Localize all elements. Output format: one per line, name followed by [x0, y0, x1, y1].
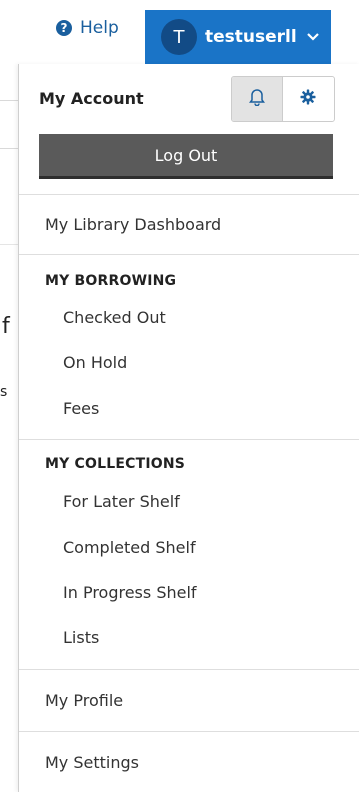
chevron-down-icon	[306, 29, 319, 45]
account-title: My Account	[39, 89, 144, 108]
menu-divider	[19, 194, 359, 195]
background-divider	[0, 100, 18, 101]
bell-icon	[249, 88, 265, 110]
menu-item-lists[interactable]: Lists	[63, 628, 99, 647]
menu-item-in-progress-shelf[interactable]: In Progress Shelf	[63, 583, 197, 602]
menu-item-dashboard[interactable]: My Library Dashboard	[45, 215, 221, 234]
background-divider	[0, 148, 18, 149]
menu-item-profile[interactable]: My Profile	[45, 691, 123, 710]
account-icon-buttons	[231, 76, 335, 122]
menu-divider	[19, 439, 359, 440]
top-bar: ? Help T testuserll	[0, 0, 359, 64]
help-label: Help	[80, 18, 119, 38]
gear-icon	[300, 89, 316, 109]
notifications-button[interactable]	[232, 77, 283, 121]
background-text-fragment: s	[0, 384, 8, 400]
menu-item-fees[interactable]: Fees	[63, 399, 99, 418]
menu-item-on-hold[interactable]: On Hold	[63, 353, 127, 372]
menu-item-checked-out[interactable]: Checked Out	[63, 308, 166, 327]
avatar: T	[161, 19, 197, 55]
menu-divider	[19, 669, 359, 670]
background-text-fragment: f	[2, 314, 10, 339]
account-dropdown: My Account Log Out My Library Dashboard …	[18, 64, 359, 792]
help-icon: ?	[56, 20, 72, 36]
section-heading-collections: MY COLLECTIONS	[45, 456, 186, 472]
help-link[interactable]: ? Help	[56, 18, 119, 38]
section-heading-borrowing: MY BORROWING	[45, 273, 177, 289]
username-label: testuserll	[205, 27, 297, 47]
menu-item-completed-shelf[interactable]: Completed Shelf	[63, 538, 196, 557]
menu-divider	[19, 254, 359, 255]
menu-item-for-later-shelf[interactable]: For Later Shelf	[63, 492, 180, 511]
menu-divider	[19, 731, 359, 732]
user-menu-button[interactable]: T testuserll	[145, 10, 331, 64]
menu-item-settings[interactable]: My Settings	[45, 753, 139, 772]
logout-button[interactable]: Log Out	[39, 134, 333, 179]
settings-button[interactable]	[283, 77, 333, 121]
